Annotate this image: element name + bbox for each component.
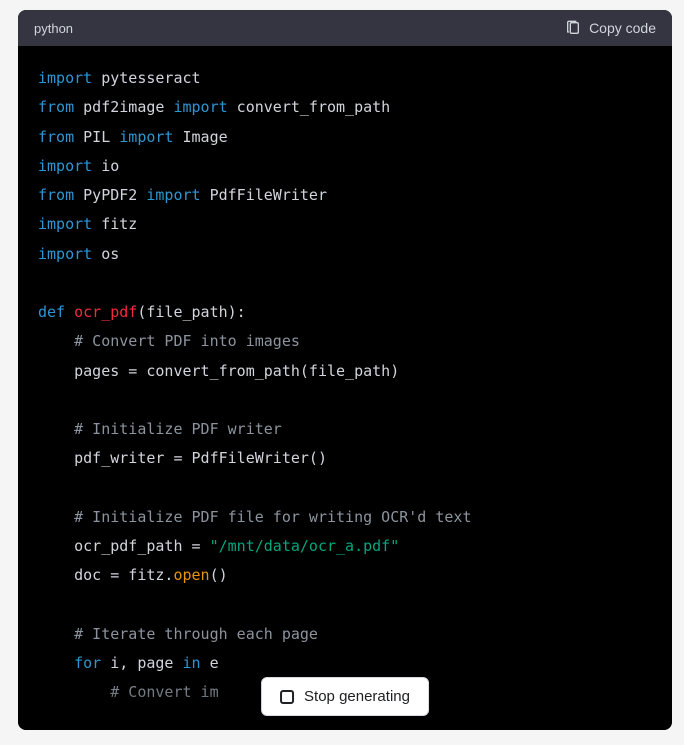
code-token: pytesseract [92, 69, 200, 87]
stop-icon [280, 690, 294, 704]
clipboard-icon [565, 20, 581, 36]
code-token: def [38, 303, 65, 321]
code-token: fitz [92, 215, 137, 233]
code-token: from [38, 186, 74, 204]
code-token: ocr_pdf_path = [38, 537, 210, 555]
stop-generating-label: Stop generating [304, 688, 410, 705]
code-block: python Copy code import pytesseract from… [18, 10, 672, 730]
code-token: open [173, 566, 209, 584]
code-header: python Copy code [18, 10, 672, 46]
code-token: ocr_pdf [74, 303, 137, 321]
code-token: from [38, 128, 74, 146]
code-token: from [38, 98, 74, 116]
code-token: import [38, 157, 92, 175]
code-token: import [173, 98, 227, 116]
code-token: pdf2image [74, 98, 173, 116]
code-token: in [183, 654, 201, 672]
code-token: os [92, 245, 119, 263]
code-token: # Iterate through each page [38, 625, 318, 643]
code-token: "/mnt/data/ocr_a.pdf" [210, 537, 400, 555]
code-token: import [38, 245, 92, 263]
copy-code-label: Copy code [589, 20, 656, 36]
code-token: io [92, 157, 119, 175]
code-token: import [146, 186, 200, 204]
stop-generating-button[interactable]: Stop generating [261, 677, 429, 716]
code-token: () [210, 566, 228, 584]
code-token: pages = convert_from_path(file_path) [38, 362, 399, 380]
code-token: i, page [101, 654, 182, 672]
code-token: for [74, 654, 101, 672]
code-token: doc = fitz. [38, 566, 173, 584]
code-token: import [38, 215, 92, 233]
code-token: e [201, 654, 219, 672]
code-token: Image [173, 128, 227, 146]
code-token: # Initialize PDF file for writing OCR'd … [38, 508, 471, 526]
code-language-label: python [34, 21, 73, 36]
code-token: # Convert im [38, 683, 219, 701]
code-token: pdf_writer = PdfFileWriter() [38, 449, 327, 467]
code-token: import [119, 128, 173, 146]
code-token: import [38, 69, 92, 87]
copy-code-button[interactable]: Copy code [565, 20, 656, 36]
code-content: import pytesseract from pdf2image import… [18, 46, 672, 726]
code-token: PyPDF2 [74, 186, 146, 204]
code-token: # Initialize PDF writer [38, 420, 282, 438]
code-token: PIL [74, 128, 119, 146]
code-token: convert_from_path [228, 98, 391, 116]
code-token: PdfFileWriter [201, 186, 327, 204]
code-token [65, 303, 74, 321]
code-token [38, 654, 74, 672]
code-token: (file_path): [137, 303, 245, 321]
code-token: # Convert PDF into images [38, 332, 300, 350]
